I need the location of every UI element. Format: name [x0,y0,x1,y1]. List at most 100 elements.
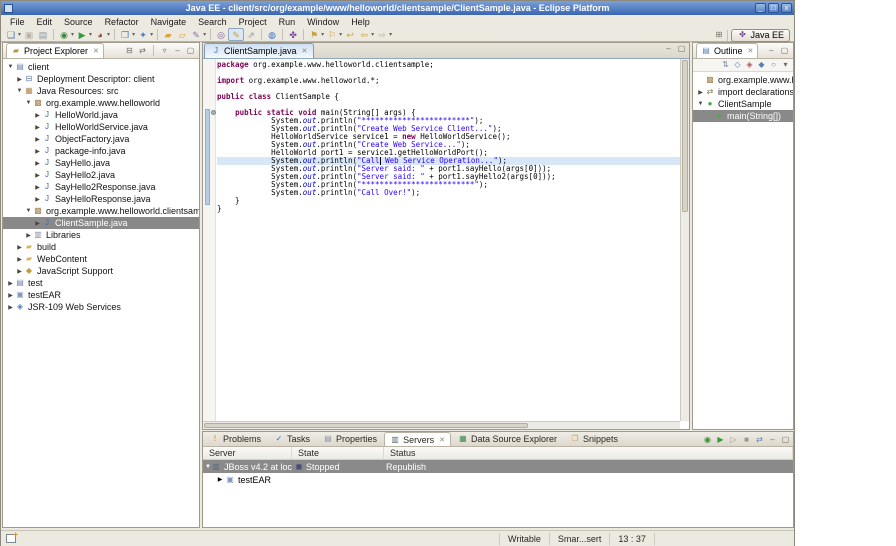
tree-item-org-example-www-hellowor[interactable]: ▩org.example.www.hellowor [693,74,793,86]
chevron-down-icon[interactable]: ▾ [89,31,92,38]
new-project-wizard-button[interactable]: ❐▾ [118,28,136,41]
tree-expand-arrow[interactable]: ▶ [15,76,24,83]
tree-expand-arrow[interactable]: ▼ [15,88,24,94]
menu-source[interactable]: Source [58,16,99,28]
tree-item-main-string-[interactable]: ●main(String[]) [693,110,793,122]
collapse-all-button[interactable]: ⊟ [124,44,135,58]
code-line[interactable]: System.out.println("Call Over!"); [217,189,680,197]
tree-item-sayhello2response-java[interactable]: ▶JSayHello2Response.java [3,181,199,193]
menu-help[interactable]: Help [345,16,376,28]
link-with-editor-button[interactable]: ⇄ [137,44,148,58]
close-view-icon[interactable]: ✕ [93,47,99,55]
back-button[interactable]: ⇦▾ [357,28,375,41]
chevron-down-icon[interactable]: ▾ [339,31,342,38]
mark-occurrences-button[interactable]: ✎ [228,28,244,41]
title-bar[interactable]: Java EE - client/src/org/example/www/hel… [1,1,794,15]
hide-fields-button[interactable]: ◇ [732,58,743,72]
tab-clientsample-java[interactable]: J ClientSample.java ✕ [204,43,314,58]
hide-static-members-button[interactable]: ◈ [744,58,755,72]
import-button[interactable]: ▰ [161,28,175,41]
menu-window[interactable]: Window [301,16,345,28]
publish-button[interactable]: ⇄ [754,433,765,447]
tree-item-javascript-support[interactable]: ▶◆JavaScript Support [3,265,199,277]
column-header-status[interactable]: Status [384,447,793,459]
tree-expand-arrow[interactable]: ▼ [696,101,705,107]
tree-item-helloworld-java[interactable]: ▶JHelloWorld.java [3,109,199,121]
next-match-button[interactable]: ⇗ [244,28,258,41]
tree-item-import-declarations[interactable]: ▶⇄import declarations [693,86,793,98]
tree-expand-arrow[interactable]: ▶ [15,256,24,263]
tree-item-clientsample-java[interactable]: ▶JClientSample.java [3,217,199,229]
tree-expand-arrow[interactable]: ▼ [24,100,33,106]
tree-item-clientsample[interactable]: ▼●ClientSample [693,98,793,110]
tree-expand-arrow[interactable]: ▶ [33,196,42,203]
tree-expand-arrow[interactable]: ▶ [33,160,42,167]
tab-properties[interactable]: ▤Properties [317,432,383,446]
tab-servers[interactable]: ▥Servers✕ [384,432,451,446]
tree-expand-arrow[interactable]: ▶ [33,220,42,227]
tree-item-jsr-109-web-services[interactable]: ▶◈JSR-109 Web Services [3,301,199,313]
maximize-view-button[interactable]: ▢ [779,44,790,58]
editor-gutter[interactable] [203,59,216,421]
menu-navigate[interactable]: Navigate [145,16,193,28]
code-line[interactable]: } [217,205,680,213]
tree-item-sayhello-java[interactable]: ▶JSayHello.java [3,157,199,169]
tree-item-org-example-www-helloworld-clientsample[interactable]: ▼▩org.example.www.helloworld.clientsampl… [3,205,199,217]
start-server-button[interactable]: ▶ [715,433,726,447]
external-tools-button[interactable]: ◕▾ [93,28,111,41]
tree-item-sayhello2-java[interactable]: ▶JSayHello2.java [3,169,199,181]
last-edit-location-button[interactable]: ↩ [343,28,357,41]
close-button[interactable]: x [781,3,792,13]
print-button[interactable]: ▤ [36,28,50,41]
menu-search[interactable]: Search [192,16,233,28]
stop-server-button[interactable]: ■ [741,433,752,447]
tree-expand-arrow[interactable]: ▶ [33,172,42,179]
code-line[interactable]: } [217,197,680,205]
editor-horizontal-scrollbar[interactable] [203,421,680,429]
view-menu-button[interactable]: ▿ [159,44,170,58]
tree-item-helloworldservice-java[interactable]: ▶JHelloWorldService.java [3,121,199,133]
close-view-icon[interactable]: ✕ [439,436,445,444]
debug-button[interactable]: ◉▾ [57,28,75,41]
code-area[interactable]: package org.example.www.helloworld.clien… [203,59,680,421]
tab-problems[interactable]: !Problems [204,432,267,446]
tree-item-testear[interactable]: ▶▣testEAR [3,289,199,301]
chevron-down-icon[interactable]: ▾ [371,31,374,38]
tab-snippets[interactable]: ❐Snippets [564,432,624,446]
view-menu-button[interactable]: ▾ [780,58,791,72]
tree-item-java-resources-src[interactable]: ▼▦Java Resources: src [3,85,199,97]
tab-tasks[interactable]: ✓Tasks [268,432,316,446]
search-button[interactable]: ◎ [214,28,228,41]
tree-expand-arrow[interactable]: ▶ [6,280,15,287]
close-editor-icon[interactable]: ✕ [302,47,308,55]
profile-server-button[interactable]: ▷ [728,433,739,447]
tree-item-libraries[interactable]: ▶▥Libraries [3,229,199,241]
next-annotation-button[interactable]: ⚐▾ [325,28,343,41]
perspective-java-ee-button[interactable]: ✤ Java EE [731,29,790,42]
server-row-testear[interactable]: ▶▣testEAR [203,473,793,486]
menu-project[interactable]: Project [233,16,273,28]
tree-expand-arrow[interactable]: ▼ [6,64,15,70]
menu-file[interactable]: File [4,16,31,28]
tree-item-objectfactory-java[interactable]: ▶JObjectFactory.java [3,133,199,145]
code-line[interactable]: public class ClientSample { [217,93,680,101]
new-wizard-button[interactable]: ✦▾ [136,28,154,41]
java-ee-tools-button[interactable]: ✤ [286,28,300,41]
tree-expand-arrow[interactable]: ▼ [24,208,33,214]
server-row-jboss-v4-2-at-localhost[interactable]: ▼▥JBoss v4.2 at localhost◼StoppedRepubli… [203,460,793,473]
code-line[interactable]: package org.example.www.helloworld.clien… [217,61,680,69]
tree-expand-arrow[interactable]: ▶ [33,124,42,131]
minimize-view-button[interactable]: ‒ [767,433,778,447]
tree-expand-arrow[interactable]: ▶ [15,268,24,275]
minimize-view-button[interactable]: ‒ [172,44,183,58]
chevron-down-icon[interactable]: ▾ [203,31,206,38]
tree-expand-arrow[interactable]: ▶ [33,112,42,119]
tree-expand-arrow[interactable]: ▶ [33,148,42,155]
minimize-button[interactable]: _ [755,3,766,13]
open-web-browser-button[interactable]: ◍ [265,28,279,41]
forward-button[interactable]: ⇨▾ [375,28,393,41]
menu-refactor[interactable]: Refactor [99,16,145,28]
save-button[interactable]: ▣ [22,28,36,41]
tree-item-client[interactable]: ▼▤client [3,61,199,73]
tree-item-deployment-descriptor-client[interactable]: ▶⊟Deployment Descriptor: client [3,73,199,85]
